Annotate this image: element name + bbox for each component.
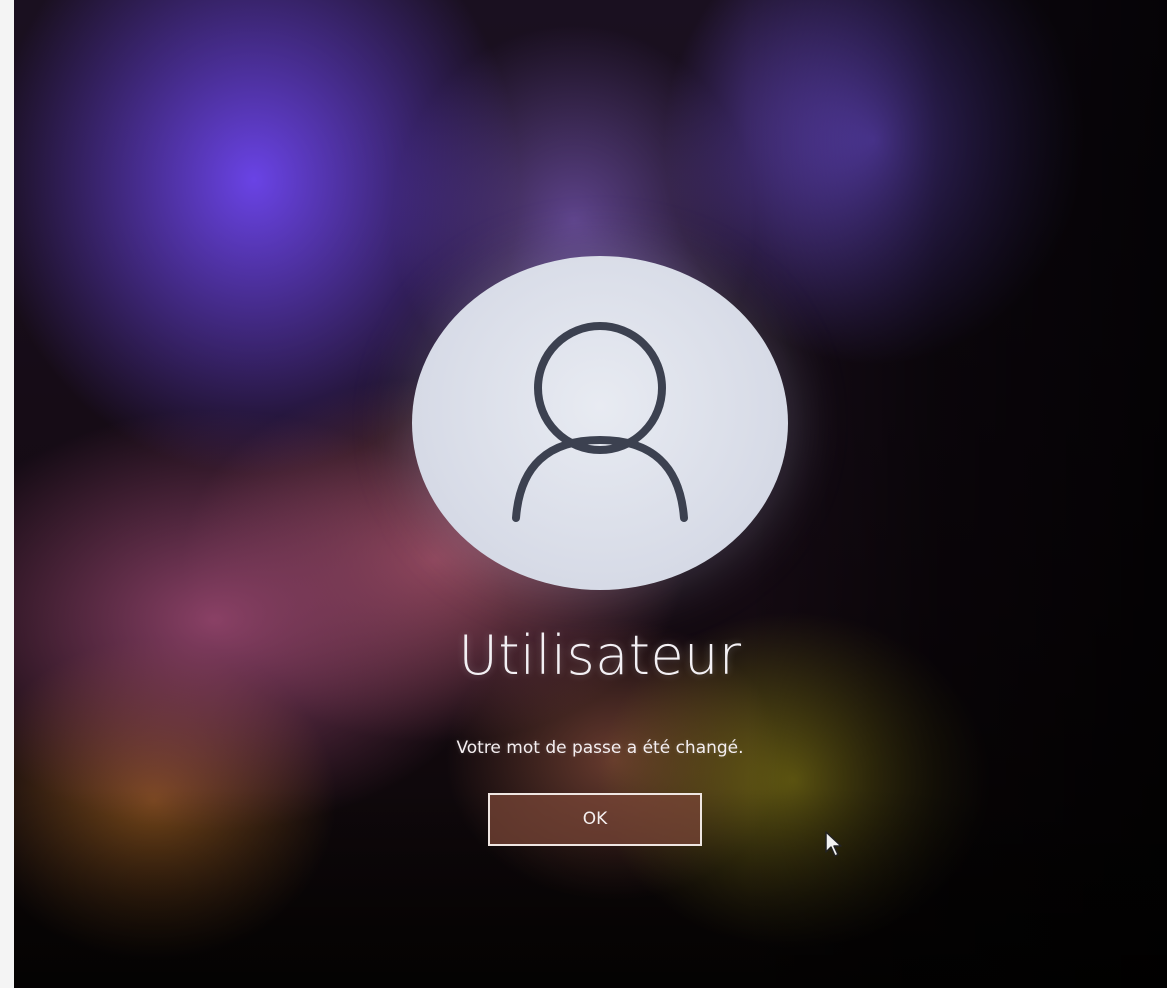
status-message: Votre mot de passe a été changé.	[456, 738, 744, 758]
ok-button[interactable]: OK	[488, 793, 702, 846]
monitor-bezel	[0, 0, 14, 988]
user-avatar	[412, 256, 788, 590]
user-name: Utilisateur	[458, 624, 742, 687]
user-silhouette-icon	[512, 322, 688, 522]
mouse-pointer-icon	[825, 831, 842, 857]
lock-screen: Utilisateur Votre mot de passe a été cha…	[0, 0, 1167, 988]
